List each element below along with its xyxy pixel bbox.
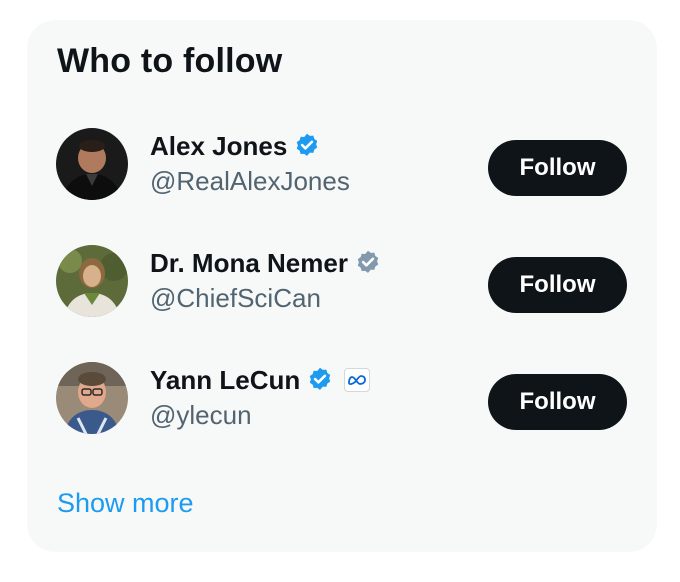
follow-button[interactable]: Follow <box>488 257 627 313</box>
user-handle: @ylecun <box>150 400 252 430</box>
user-handle: @ChiefSciCan <box>150 283 321 313</box>
card-title: Who to follow <box>57 42 283 80</box>
verified-blue-check-icon <box>306 366 334 394</box>
user-name[interactable]: Yann LeCun <box>150 365 300 396</box>
user-name[interactable]: Dr. Mona Nemer <box>150 248 348 279</box>
who-to-follow-card: Who to follow Alex Jones @RealAlexJones … <box>27 20 657 552</box>
follow-button[interactable]: Follow <box>488 140 627 196</box>
user-name[interactable]: Alex Jones <box>150 131 287 162</box>
user-handle: @RealAlexJones <box>150 166 350 196</box>
verified-blue-check-icon <box>293 132 321 160</box>
suggestion-row[interactable]: Yann LeCun @ylecun Follow <box>27 354 657 444</box>
meta-logo-icon[interactable] <box>344 368 371 392</box>
show-more-link[interactable]: Show more <box>57 488 194 519</box>
avatar[interactable] <box>56 245 128 317</box>
verified-gray-check-icon <box>354 249 382 277</box>
follow-button[interactable]: Follow <box>488 374 627 430</box>
avatar[interactable] <box>56 362 128 434</box>
avatar[interactable] <box>56 128 128 200</box>
suggestion-row[interactable]: Dr. Mona Nemer @ChiefSciCan Follow <box>27 237 657 327</box>
suggestion-row[interactable]: Alex Jones @RealAlexJones Follow <box>27 120 657 210</box>
